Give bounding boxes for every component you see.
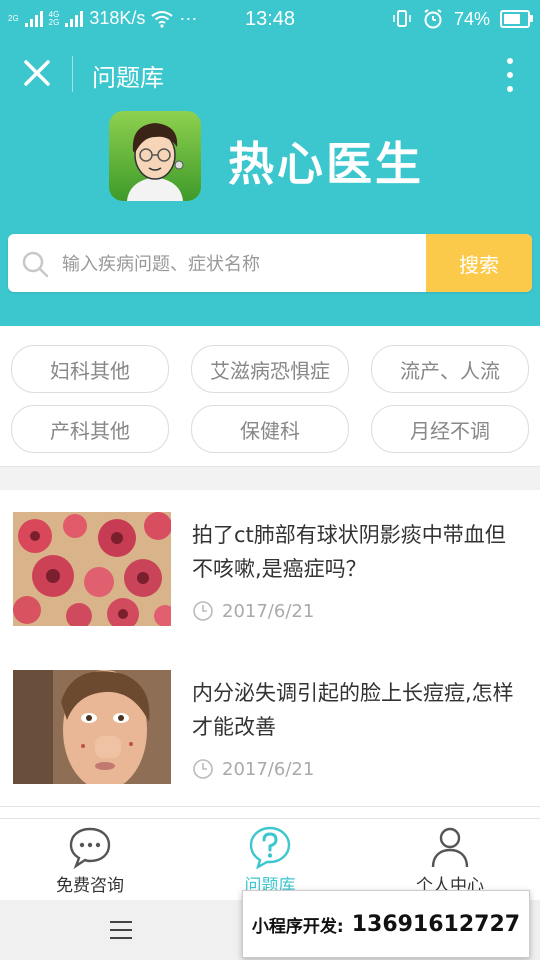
more-menu-button[interactable] [504, 58, 516, 92]
date-text: 2017/6/21 [222, 758, 315, 780]
close-button[interactable] [18, 54, 56, 92]
bacteria-image [13, 512, 171, 626]
tab-label: 免费咨询 [56, 876, 124, 896]
article-title: 拍了ct肺部有球状阴影痰中带血但不咳嗽,是癌症吗？ [192, 523, 506, 581]
menu-icon[interactable] [110, 921, 132, 939]
promo-label: 小程序开发: [251, 916, 344, 937]
app-logo [109, 111, 201, 201]
tab-bar: 免费咨询 问题库 个人中心 [0, 818, 540, 901]
section-divider [0, 466, 540, 492]
dot [507, 58, 513, 64]
date-text: 2017/6/21 [222, 600, 315, 622]
article-item[interactable]: 内分泌失调引起的脸上长痘痘,怎样才能改善 2017/6/21 [0, 648, 540, 807]
question-icon [249, 826, 291, 869]
tag-abortion[interactable]: 流产、人流 [371, 345, 529, 393]
battery-fill [504, 14, 520, 24]
search-bar: 搜索 [8, 234, 532, 292]
tag-aids-phobia[interactable]: 艾滋病恐惧症 [191, 345, 349, 393]
article-thumbnail [13, 670, 171, 784]
tag-health-care[interactable]: 保健科 [191, 405, 349, 453]
search-icon [22, 251, 49, 278]
clock-icon [193, 759, 213, 779]
tab-free-consult[interactable]: 免费咨询 [0, 819, 180, 901]
search-input[interactable] [60, 234, 424, 292]
acne-face-image [13, 670, 171, 784]
page-title: 问题库 [92, 64, 164, 92]
dot [507, 86, 513, 92]
dot [507, 72, 513, 78]
article-thumbnail [13, 512, 171, 626]
vibrate-icon [393, 10, 411, 27]
tab-question-library[interactable]: 问题库 [180, 819, 360, 901]
article-date: 2017/6/21 [192, 600, 314, 622]
promo-phone: 13691612727 [351, 911, 521, 937]
article-date: 2017/6/21 [192, 758, 314, 780]
category-tags: 妇科其他 艾滋病恐惧症 流产、人流 产科其他 保健科 月经不调 [0, 326, 540, 466]
close-icon [24, 60, 50, 86]
doctor-avatar-icon [109, 111, 201, 201]
status-bar: 2G 4G 2G 318K/s ··· 13:48 74% [0, 0, 540, 38]
tag-gynecology-other[interactable]: 妇科其他 [11, 345, 169, 393]
search-button[interactable]: 搜索 [426, 234, 532, 292]
tag-irregular-menstruation[interactable]: 月经不调 [371, 405, 529, 453]
promo-banner: 小程序开发: 13691612727 [242, 890, 530, 958]
brand-name: 热心医生 [228, 137, 424, 191]
tab-personal-center[interactable]: 个人中心 [360, 819, 540, 901]
battery-percent: 74% [453, 8, 490, 29]
nav-divider [72, 56, 73, 92]
article-item[interactable]: 拍了ct肺部有球状阴影痰中带血但不咳嗽,是癌症吗？ 2017/6/21 [0, 490, 540, 649]
status-bar-right: 74% [392, 8, 533, 30]
article-title: 内分泌失调引起的脸上长痘痘,怎样才能改善 [192, 681, 514, 739]
header: 问题库 热心医生 输入疾病问题、症状名称 搜索 [0, 38, 540, 326]
alarm-icon [424, 9, 442, 29]
chat-bubble-icon [69, 827, 111, 869]
person-icon [431, 827, 469, 868]
clock-icon [193, 601, 213, 621]
battery-icon [500, 10, 533, 28]
tag-obstetrics-other[interactable]: 产科其他 [11, 405, 169, 453]
